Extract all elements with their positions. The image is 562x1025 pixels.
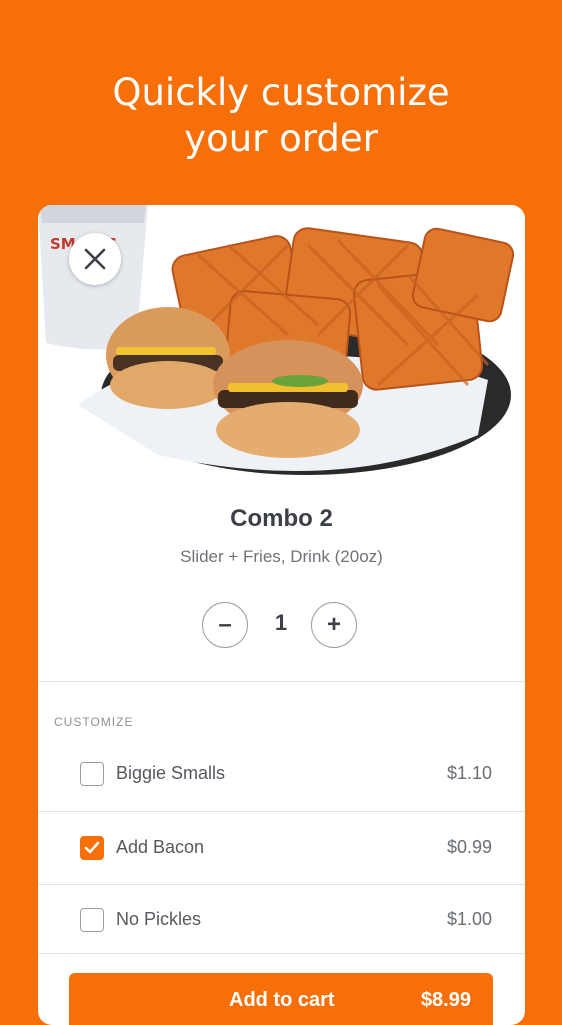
divider bbox=[38, 681, 525, 682]
headline: Quickly customize your order bbox=[0, 70, 562, 162]
headline-line-1: Quickly customize bbox=[112, 71, 450, 114]
add-to-cart-button[interactable]: Add to cart $8.99 bbox=[69, 973, 493, 1025]
check-icon bbox=[84, 841, 100, 854]
item-title: Combo 2 bbox=[230, 505, 333, 532]
option-no-pickles[interactable]: No Pickles $1.00 bbox=[38, 885, 525, 957]
headline-line-2: your order bbox=[184, 117, 378, 160]
option-price: $0.99 bbox=[446, 837, 492, 857]
add-to-cart-label: Add to cart bbox=[229, 989, 335, 1011]
checkbox-biggie-smalls[interactable] bbox=[80, 762, 104, 786]
option-name: No Pickles bbox=[116, 909, 202, 929]
option-price: $1.10 bbox=[446, 763, 492, 783]
option-biggie-smalls[interactable]: Biggie Smalls $1.10 bbox=[38, 739, 525, 811]
close-icon bbox=[84, 248, 106, 270]
checkbox-add-bacon[interactable] bbox=[80, 836, 104, 860]
quantity-stepper: – 1 + bbox=[202, 602, 362, 652]
option-name: Add Bacon bbox=[116, 837, 205, 857]
decrease-quantity-button[interactable]: – bbox=[202, 602, 248, 648]
divider bbox=[38, 953, 525, 954]
option-price: $1.00 bbox=[446, 909, 492, 929]
option-name: Biggie Smalls bbox=[116, 763, 226, 783]
option-add-bacon[interactable]: Add Bacon $0.99 bbox=[38, 813, 525, 885]
increase-quantity-button[interactable]: + bbox=[311, 602, 357, 648]
customize-section-label: CUSTOMIZE bbox=[54, 715, 134, 729]
checkbox-no-pickles[interactable] bbox=[80, 908, 104, 932]
add-to-cart-price: $8.99 bbox=[420, 989, 471, 1011]
close-button[interactable] bbox=[69, 233, 121, 285]
item-description: Slider + Fries, Drink (20oz) bbox=[180, 547, 383, 566]
quantity-value: 1 bbox=[274, 610, 288, 635]
item-detail-card: SMALLS bbox=[38, 205, 525, 1025]
divider bbox=[38, 811, 525, 812]
